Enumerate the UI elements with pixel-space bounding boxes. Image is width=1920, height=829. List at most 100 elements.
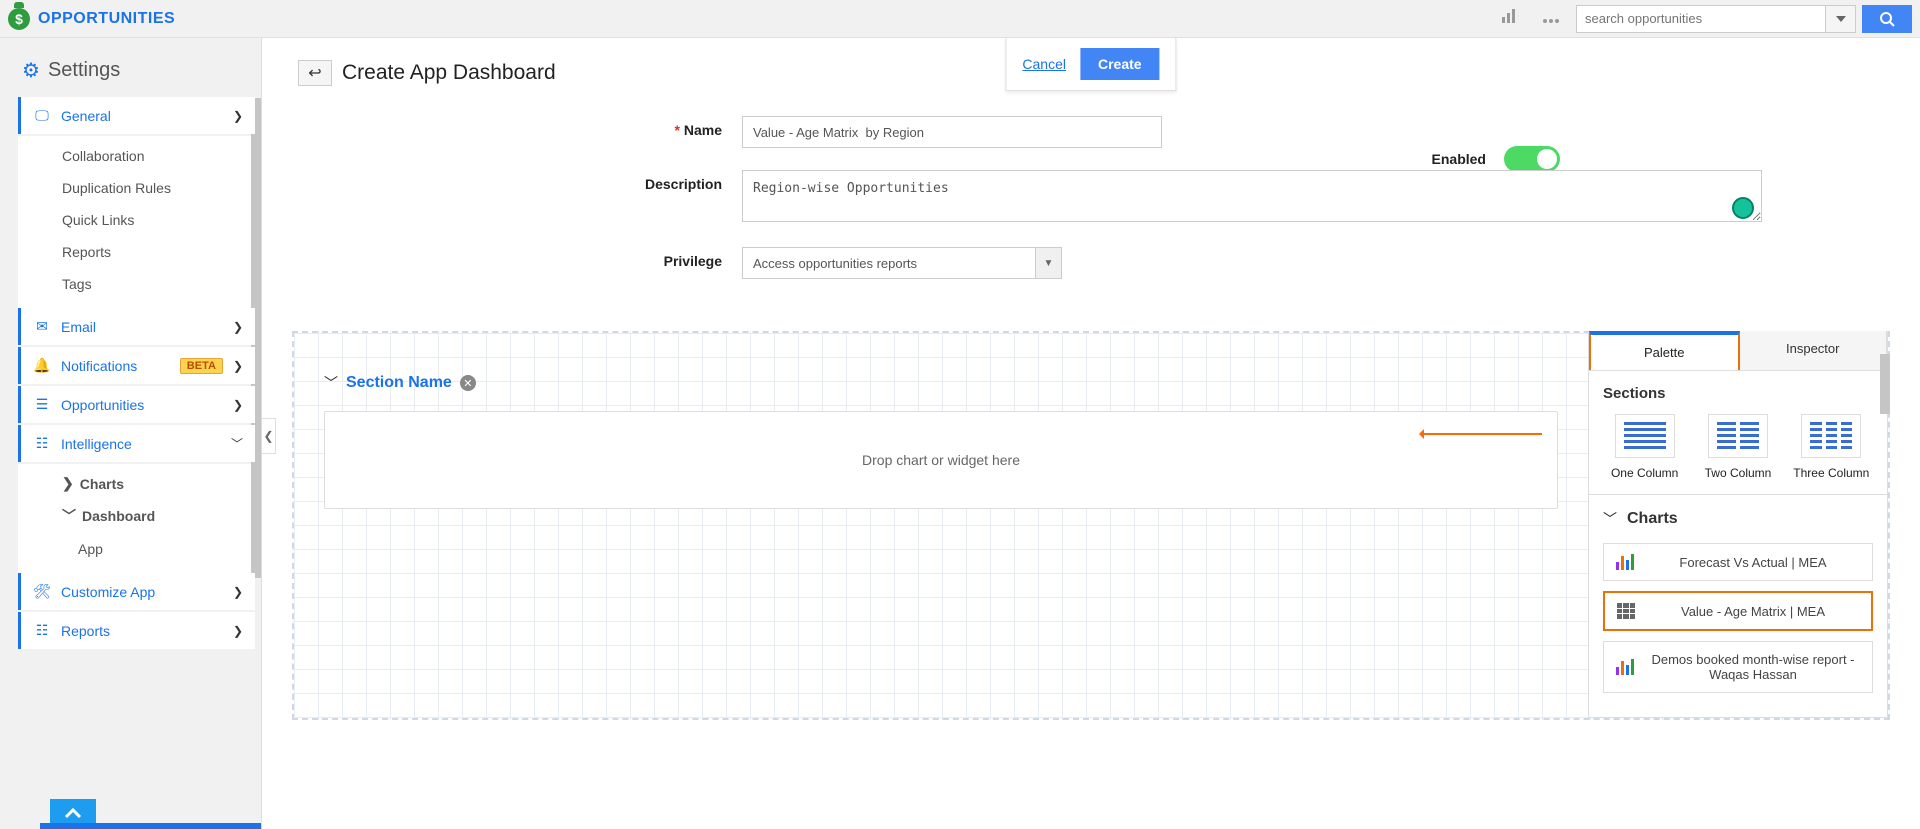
chevron-right-icon: ❯ <box>233 585 243 599</box>
tab-palette[interactable]: Palette <box>1589 331 1740 370</box>
sidebar-item-general[interactable]: 🖵 General ❯ <box>18 97 255 134</box>
chart-label-value-age: Value - Age Matrix | MEA <box>1647 604 1859 619</box>
sections-title: Sections <box>1603 385 1873 402</box>
chart-icon: ☷ <box>33 435 51 452</box>
sidebar-item-customize[interactable]: 🛠 Customize App ❯ <box>18 573 255 610</box>
intelligence-subitems: ❯ Charts ﹀ Dashboard App <box>18 464 255 573</box>
section-title[interactable]: Section Name <box>346 374 452 392</box>
three-column-icon <box>1801 414 1861 458</box>
chevron-right-icon: ❯ <box>233 398 243 412</box>
chart-label-forecast: Forecast Vs Actual | MEA <box>1646 555 1860 570</box>
cancel-link[interactable]: Cancel <box>1022 56 1066 72</box>
sections-panel: Sections One Column Two Colu <box>1589 371 1887 494</box>
two-column-icon <box>1708 414 1768 458</box>
drop-zone[interactable]: Drop chart or widget here <box>324 411 1558 509</box>
privilege-value: Access opportunities reports <box>753 256 917 271</box>
nav-label-notifications: Notifications <box>61 358 170 374</box>
sidebar-item-intelligence[interactable]: ☷ Intelligence ﹀ <box>18 425 255 462</box>
main-content: ❮ Cancel Create ↩ Create App Dashboard E… <box>262 38 1920 829</box>
section-header: ﹀ Section Name ✕ <box>324 373 1558 393</box>
tools-icon: 🛠 <box>33 583 51 600</box>
back-button[interactable]: ↩ <box>298 60 332 86</box>
enabled-toggle[interactable] <box>1504 146 1560 172</box>
form-section: Name Description Region-wise Opportuniti… <box>262 96 1920 331</box>
report-icon: ☷ <box>33 622 51 639</box>
bell-icon: 🔔 <box>33 357 51 374</box>
privilege-select[interactable]: Access opportunities reports ▼ <box>742 247 1062 279</box>
sidebar-item-notifications[interactable]: 🔔 Notifications BETA ❯ <box>18 347 255 384</box>
sub-item-collaboration[interactable]: Collaboration <box>18 140 255 172</box>
nav-label-reports-bottom: Reports <box>61 623 223 639</box>
nav-label-intelligence: Intelligence <box>61 436 221 452</box>
more-icon[interactable] <box>1534 4 1568 33</box>
form-row-description: Description Region-wise Opportunities <box>542 170 1800 225</box>
form-row-privilege: Privilege Access opportunities reports ▼ <box>542 247 1800 279</box>
nav-label-email: Email <box>61 319 223 335</box>
chart-label-demos: Demos booked month-wise report - Waqas H… <box>1646 652 1860 682</box>
general-subitems: Collaboration Duplication Rules Quick Li… <box>18 136 255 308</box>
name-label: Name <box>542 116 742 138</box>
palette-scrollbar[interactable] <box>1880 354 1890 414</box>
search-dropdown[interactable] <box>1826 5 1856 33</box>
chart-item-forecast[interactable]: Forecast Vs Actual | MEA <box>1603 543 1873 581</box>
layout-label-one: One Column <box>1603 466 1686 480</box>
sub-item-charts[interactable]: ❯ Charts <box>18 468 255 499</box>
page-title: Create App Dashboard <box>342 61 556 85</box>
chart-item-demos[interactable]: Demos booked month-wise report - Waqas H… <box>1603 641 1873 693</box>
monitor-icon: 🖵 <box>33 107 51 124</box>
topbar-left: $ OPPORTUNITIES <box>8 8 175 30</box>
chevron-right-icon: ❯ <box>233 320 243 334</box>
sub-item-quicklinks[interactable]: Quick Links <box>18 204 255 236</box>
chevron-right-icon: ❯ <box>233 359 243 373</box>
nav-label-opportunities: Opportunities <box>61 397 223 413</box>
analytics-icon[interactable] <box>1492 3 1526 34</box>
builder-canvas: ﹀ Section Name ✕ Drop chart or widget he… <box>294 333 1588 718</box>
name-input[interactable] <box>742 116 1162 148</box>
chevron-right-icon: ❯ <box>233 109 243 123</box>
sidebar: ⚙ Settings 🖵 General ❯ Collaboration Dup… <box>0 38 262 829</box>
enabled-row: Enabled <box>1432 146 1560 172</box>
sub-item-duplication[interactable]: Duplication Rules <box>18 172 255 204</box>
sidebar-item-reports-bottom[interactable]: ☷ Reports ❯ <box>18 612 255 649</box>
palette-panel: Palette Inspector Sections One Column <box>1588 331 1888 718</box>
search-button[interactable] <box>1862 5 1912 33</box>
topbar-right <box>1492 3 1912 34</box>
sidebar-item-email[interactable]: ✉ Email ❯ <box>18 308 255 345</box>
chevron-right-icon: ❯ <box>62 475 74 492</box>
charts-panel: ﹀ Charts Forecast Vs Actual | MEA Value … <box>1589 494 1887 717</box>
enabled-label: Enabled <box>1432 151 1486 167</box>
sidebar-item-opportunities[interactable]: ☰ Opportunities ❯ <box>18 386 255 423</box>
search-input[interactable] <box>1576 5 1826 33</box>
one-column-icon <box>1615 414 1675 458</box>
tab-inspector[interactable]: Inspector <box>1740 331 1888 370</box>
nav-label-general: General <box>61 108 223 124</box>
chevron-down-icon[interactable]: ﹀ <box>324 373 338 393</box>
sub-item-reports[interactable]: Reports <box>18 236 255 268</box>
layout-two-column[interactable]: Two Column <box>1696 414 1779 480</box>
sub-item-app[interactable]: App <box>18 533 255 565</box>
layout-one-column[interactable]: One Column <box>1603 414 1686 480</box>
create-button[interactable]: Create <box>1080 48 1160 80</box>
bar-chart-icon <box>1616 659 1634 675</box>
layout-three-column[interactable]: Three Column <box>1790 414 1873 480</box>
privilege-label: Privilege <box>542 247 742 269</box>
dashboard-builder: ﹀ Section Name ✕ Drop chart or widget he… <box>292 331 1890 720</box>
charts-title: Charts <box>1627 510 1678 528</box>
close-icon[interactable]: ✕ <box>460 375 476 391</box>
topbar: $ OPPORTUNITIES <box>0 0 1920 38</box>
charts-header[interactable]: ﹀ Charts <box>1603 509 1873 529</box>
sub-item-tags[interactable]: Tags <box>18 268 255 300</box>
layout-label-three: Three Column <box>1790 466 1873 480</box>
layout-label-two: Two Column <box>1696 466 1779 480</box>
dashboard-label: Dashboard <box>82 508 155 524</box>
nav-label-customize: Customize App <box>61 584 223 600</box>
sidebar-collapse-handle[interactable]: ❮ <box>262 418 276 454</box>
chevron-right-icon: ❯ <box>233 624 243 638</box>
envelope-icon: ✉ <box>33 318 51 335</box>
sub-item-dashboard[interactable]: ﹀ Dashboard <box>18 499 255 533</box>
charts-label: Charts <box>80 476 124 492</box>
chevron-down-icon: ﹀ <box>1603 509 1617 529</box>
chart-item-value-age[interactable]: Value - Age Matrix | MEA <box>1603 591 1873 631</box>
gear-icon: ⚙ <box>22 58 40 83</box>
description-input[interactable]: Region-wise Opportunities <box>742 170 1762 222</box>
